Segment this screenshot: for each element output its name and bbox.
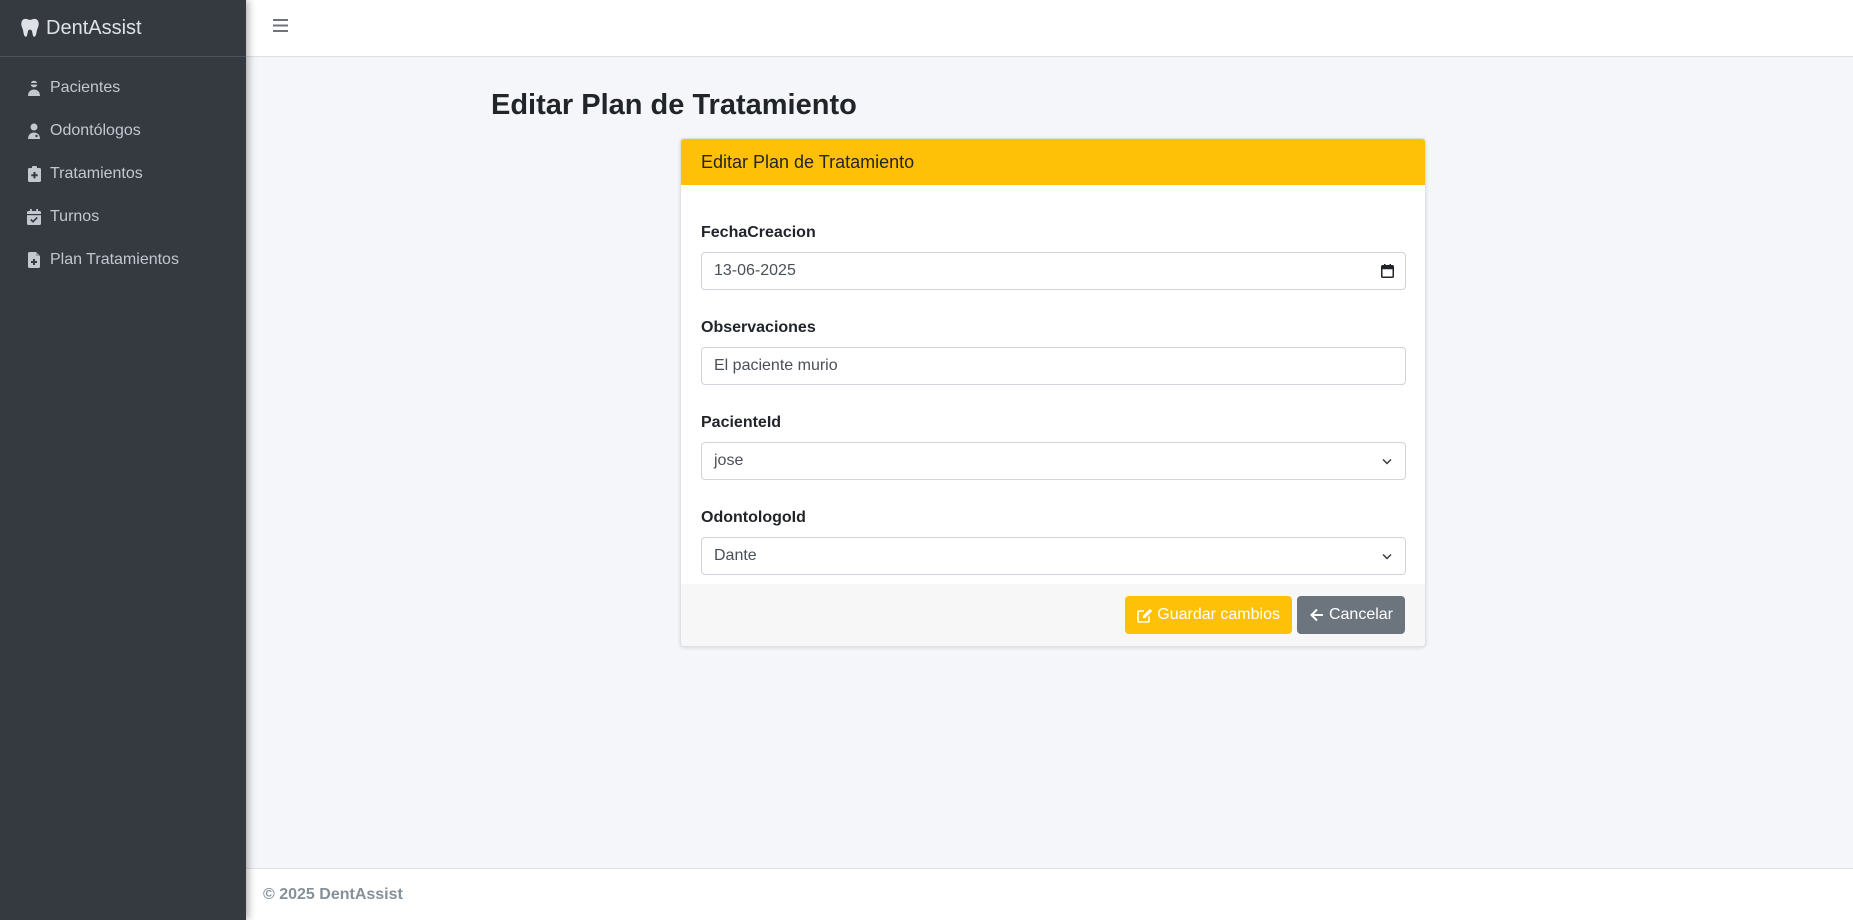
- chevron-down-icon: [1380, 454, 1394, 468]
- card-header: Editar Plan de Tratamiento: [681, 139, 1425, 185]
- odontologo-id-value: Dante: [714, 547, 757, 564]
- bars-icon: [272, 19, 288, 37]
- calendar-icon[interactable]: [1380, 264, 1394, 278]
- sidebar-nav: Pacientes Odontólogos Tratamientos Turno…: [0, 57, 246, 281]
- page-footer: © 2025 DentAssist: [246, 868, 1853, 920]
- sidebar-item-label: Turnos: [50, 207, 100, 225]
- fecha-creacion-label: FechaCreacion: [701, 224, 816, 241]
- sidebar: DentAssist Pacientes Odontólogos Tratami…: [0, 0, 246, 920]
- file-medical-icon: [26, 251, 42, 269]
- sidebar-item-plan-tratamientos[interactable]: Plan Tratamientos: [0, 238, 246, 281]
- fecha-creacion-value: 13-06-2025: [714, 262, 796, 279]
- observaciones-input[interactable]: El paciente murio: [701, 347, 1406, 385]
- main-content: Editar Plan de Tratamiento Editar Plan d…: [246, 57, 1853, 868]
- sidebar-item-label: Odontólogos: [50, 121, 141, 139]
- paciente-id-value: jose: [714, 452, 744, 469]
- observaciones-label: Observaciones: [701, 319, 816, 336]
- observaciones-value: El paciente murio: [714, 357, 838, 374]
- brand-text: DentAssist: [46, 16, 142, 39]
- save-changes-button[interactable]: Guardar cambios: [1125, 596, 1292, 634]
- paciente-id-label: PacienteId: [701, 414, 782, 431]
- fecha-creacion-group: FechaCreacion 13-06-2025: [701, 223, 1406, 290]
- edit-plan-card: Editar Plan de Tratamiento FechaCreacion…: [680, 138, 1426, 647]
- top-navbar: [246, 0, 1853, 57]
- odontologo-id-select[interactable]: Dante: [701, 537, 1406, 575]
- cancel-button[interactable]: Cancelar: [1296, 596, 1405, 634]
- observaciones-group: Observaciones El paciente murio: [701, 318, 1406, 385]
- footer-copyright: © 2025 DentAssist: [263, 885, 403, 903]
- user-injured-icon: [26, 79, 42, 97]
- cancel-label: Cancelar: [1328, 606, 1393, 623]
- odontologo-id-group: OdontologoId Dante: [701, 508, 1406, 575]
- calendar-check-icon: [26, 208, 42, 226]
- sidebar-item-odontologos[interactable]: Odontólogos: [0, 109, 246, 152]
- arrow-left-icon: [1309, 607, 1325, 623]
- edit-icon: [1137, 607, 1153, 623]
- card-footer: Guardar cambios Cancelar: [681, 584, 1425, 646]
- paciente-id-select[interactable]: jose: [701, 442, 1406, 480]
- paciente-id-group: PacienteId jose: [701, 413, 1406, 480]
- sidebar-item-pacientes[interactable]: Pacientes: [0, 66, 246, 109]
- sidebar-item-turnos[interactable]: Turnos: [0, 195, 246, 238]
- sidebar-item-tratamientos[interactable]: Tratamientos: [0, 152, 246, 195]
- user-doctor-icon: [26, 122, 42, 140]
- notes-medical-icon: [26, 165, 42, 183]
- card-body: FechaCreacion 13-06-2025 Observaciones E…: [681, 185, 1425, 586]
- hamburger-menu-button[interactable]: [269, 17, 291, 39]
- sidebar-item-label: Plan Tratamientos: [50, 250, 179, 268]
- odontologo-id-label: OdontologoId: [701, 509, 806, 526]
- sidebar-item-label: Tratamientos: [50, 164, 143, 182]
- chevron-down-icon: [1380, 549, 1394, 563]
- brand-link[interactable]: DentAssist: [0, 0, 246, 57]
- fecha-creacion-input[interactable]: 13-06-2025: [701, 252, 1406, 290]
- sidebar-item-label: Pacientes: [50, 78, 121, 96]
- tooth-icon: [19, 17, 41, 39]
- save-changes-label: Guardar cambios: [1157, 606, 1280, 623]
- page-title: Editar Plan de Tratamiento: [491, 89, 857, 121]
